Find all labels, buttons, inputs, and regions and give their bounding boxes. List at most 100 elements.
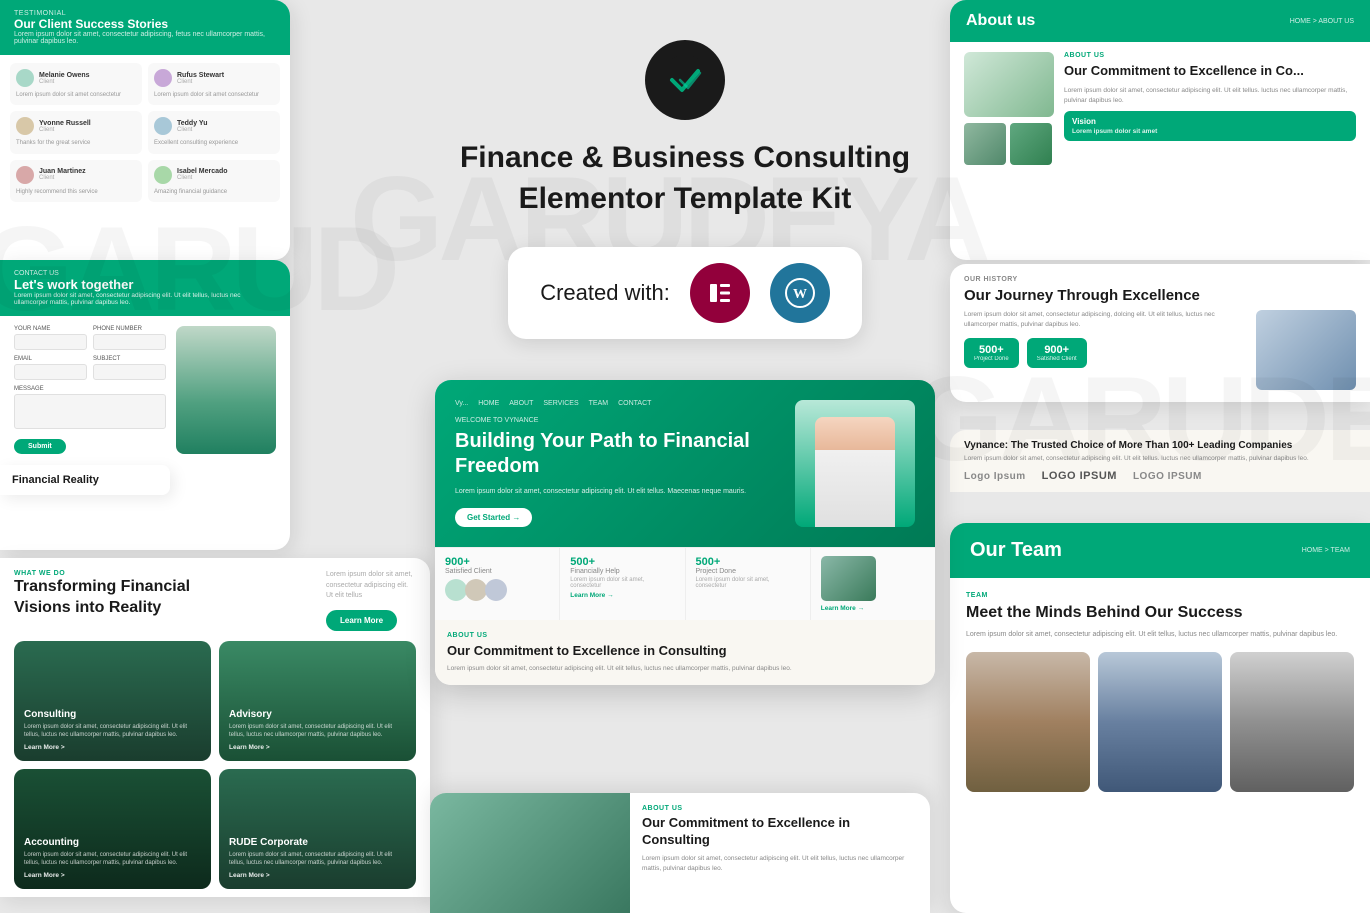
preview-about-title: Our Commitment to Excellence in Consulti… bbox=[447, 643, 923, 660]
avatar-2 bbox=[154, 69, 172, 87]
about-images bbox=[964, 52, 1054, 165]
logo-2: LOGO IPSUM bbox=[1042, 470, 1117, 482]
submit-button[interactable]: Submit bbox=[14, 439, 66, 454]
about-image-small-1 bbox=[964, 123, 1006, 165]
hero-title: Finance & Business Consulting Elementor … bbox=[405, 138, 965, 219]
team-header-title: Our Team bbox=[970, 539, 1062, 562]
avatar-6 bbox=[154, 166, 172, 184]
review-text-3: Thanks for the great service bbox=[16, 139, 136, 147]
services-learn-more-button[interactable]: Learn More bbox=[326, 610, 397, 631]
logos-desc: Lorem ipsum dolor sit amet, consectetur … bbox=[964, 455, 1356, 462]
service-card-accounting: Accounting Lorem ipsum dolor sit amet, c… bbox=[14, 769, 211, 889]
contact-panel: CONTACT US Let's work together Lorem ips… bbox=[0, 260, 290, 550]
stat-label-1: Satisfied Client bbox=[445, 568, 549, 575]
avatar-5 bbox=[16, 166, 34, 184]
history-stats: 500+ Project Done 900+ Satisfied Client bbox=[964, 338, 1246, 368]
history-stat-1: 500+ Project Done bbox=[964, 338, 1019, 368]
stat-link-2: Learn More → bbox=[570, 592, 674, 599]
message-label: MESSAGE bbox=[14, 386, 166, 392]
reviewer-role-1: Client bbox=[39, 79, 90, 85]
stat-num-3: 500+ bbox=[696, 556, 800, 568]
services-left: WHAT WE DO Transforming Financial Vision… bbox=[14, 570, 214, 619]
preview-hero-title: Building Your Path to Financial Freedom bbox=[455, 429, 783, 479]
stat-num-1: 900+ bbox=[445, 556, 549, 568]
testimonials-title: Our Client Success Stories bbox=[14, 17, 276, 31]
history-stat-2: 900+ Satisfied Client bbox=[1027, 338, 1087, 368]
history-stat-label-2: Satisfied Client bbox=[1037, 356, 1077, 362]
testimonials-subtitle: Lorem ipsum dolor sit amet, consectetur … bbox=[14, 31, 276, 45]
name-label: YOUR NAME bbox=[14, 326, 87, 332]
services-header: WHAT WE DO Transforming Financial Vision… bbox=[14, 570, 416, 631]
preview-hero-image bbox=[795, 400, 915, 527]
accounting-link[interactable]: Learn More > bbox=[24, 872, 201, 879]
advisory-link[interactable]: Learn More > bbox=[229, 744, 406, 751]
consulting-link[interactable]: Learn More > bbox=[24, 744, 201, 751]
services-title: Transforming Financial Visions into Real… bbox=[14, 577, 214, 619]
service-cards-grid: Consulting Lorem ipsum dolor sit amet, c… bbox=[14, 641, 416, 889]
accounting-bg: Accounting Lorem ipsum dolor sit amet, c… bbox=[14, 769, 211, 889]
team-header-nav: HOME > TEAM bbox=[1302, 547, 1350, 554]
about-preview-label: ABOUT US bbox=[642, 805, 918, 812]
contact-label: CONTACT US bbox=[14, 270, 276, 277]
testimonials-panel: TESTIMONIAL Our Client Success Stories L… bbox=[0, 0, 290, 260]
contact-header: CONTACT US Let's work together Lorem ips… bbox=[0, 260, 290, 316]
name-field: YOUR NAME bbox=[14, 326, 87, 350]
about-desc: Lorem ipsum dolor sit amet, consectetur … bbox=[1064, 86, 1356, 106]
nav-team: TEAM bbox=[589, 400, 608, 407]
center-hero: Finance & Business Consulting Elementor … bbox=[405, 0, 965, 357]
svg-text:W: W bbox=[793, 287, 807, 302]
team-panel: Our Team HOME > TEAM TEAM Meet the Minds… bbox=[950, 523, 1370, 913]
corporate-link[interactable]: Learn More > bbox=[229, 872, 406, 879]
contact-person-image bbox=[176, 326, 276, 454]
stat-label-3: Project Done bbox=[696, 568, 800, 575]
corporate-desc: Lorem ipsum dolor sit amet, consectetur … bbox=[229, 851, 406, 868]
preview-hero-content: Vy... HOME ABOUT SERVICES TEAM CONTACT W… bbox=[455, 400, 783, 527]
reviewer-role-6: Client bbox=[177, 175, 228, 181]
stat-extra: Learn More → bbox=[811, 548, 935, 620]
about-title: Our Commitment to Excellence in Co... bbox=[1064, 63, 1356, 80]
email-field: EMAIL bbox=[14, 356, 87, 380]
testimonials-cards-grid: Melanie Owens Client Lorem ipsum dolor s… bbox=[0, 55, 290, 210]
logos-title: Vynance: The Trusted Choice of More Than… bbox=[964, 440, 1356, 451]
reviewer-name-3: Yvonne Russell bbox=[39, 120, 91, 127]
about-content: ABOUT US Our Commitment to Excellence in… bbox=[950, 42, 1370, 175]
about-image-large bbox=[964, 52, 1054, 117]
about-header-nav: HOME > ABOUT US bbox=[1290, 18, 1354, 25]
advisory-bg: Advisory Lorem ipsum dolor sit amet, con… bbox=[219, 641, 416, 761]
consulting-bg: Consulting Lorem ipsum dolor sit amet, c… bbox=[14, 641, 211, 761]
stat-projects: 500+ Project Done Lorem ipsum dolor sit … bbox=[686, 548, 811, 620]
services-desc: Lorem ipsum dolor sit amet, consectetur … bbox=[326, 570, 416, 602]
preview-cta-button[interactable]: Get Started → bbox=[455, 508, 532, 527]
about-preview-bottom: ABOUT US Our Commitment to Excellence in… bbox=[430, 793, 930, 913]
contact-title: Let's work together bbox=[14, 277, 276, 292]
advisory-desc: Lorem ipsum dolor sit amet, consectetur … bbox=[229, 723, 406, 740]
history-stat-num-1: 500+ bbox=[974, 344, 1009, 356]
name-input[interactable] bbox=[14, 334, 87, 350]
services-right: Lorem ipsum dolor sit amet, consectetur … bbox=[326, 570, 416, 631]
stat-financially: 500+ Financially Help Lorem ipsum dolor … bbox=[560, 548, 685, 620]
testimonial-card-6: Isabel Mercado Client Amazing financial … bbox=[148, 160, 280, 202]
logo-1: Logo Ipsum bbox=[964, 471, 1026, 482]
subject-input[interactable] bbox=[93, 364, 166, 380]
vision-title: Vision bbox=[1072, 117, 1348, 126]
created-with-label: Created with: bbox=[540, 280, 670, 306]
contact-subtitle: Lorem ipsum dolor sit amet, consectetur … bbox=[14, 292, 276, 306]
service-card-consulting: Consulting Lorem ipsum dolor sit amet, c… bbox=[14, 641, 211, 761]
testimonial-card-5: Juan Martinez Client Highly recommend th… bbox=[10, 160, 142, 202]
preview-hero-section: Vy... HOME ABOUT SERVICES TEAM CONTACT W… bbox=[435, 380, 935, 547]
review-text-1: Lorem ipsum dolor sit amet consectetur bbox=[16, 91, 136, 99]
service-card-advisory: Advisory Lorem ipsum dolor sit amet, con… bbox=[219, 641, 416, 761]
testimonial-card-1: Melanie Owens Client Lorem ipsum dolor s… bbox=[10, 63, 142, 105]
message-textarea[interactable] bbox=[14, 394, 166, 429]
about-panel: About us HOME > ABOUT US ABOUT US Our Co… bbox=[950, 0, 1370, 260]
email-input[interactable] bbox=[14, 364, 87, 380]
consulting-desc: Lorem ipsum dolor sit amet, consectetur … bbox=[24, 723, 201, 740]
preview-hero-subtitle: Lorem ipsum dolor sit amet, consectetur … bbox=[455, 487, 783, 497]
about-label: ABOUT US bbox=[1064, 52, 1356, 59]
wordpress-icon: W bbox=[770, 263, 830, 323]
stat-satisfied: 900+ Satisfied Client bbox=[435, 548, 560, 620]
contact-content: YOUR NAME PHONE NUMBER EMAIL SUBJECT bbox=[0, 316, 290, 464]
phone-input[interactable] bbox=[93, 334, 166, 350]
review-text-4: Excellent consulting experience bbox=[154, 139, 274, 147]
testimonials-header: TESTIMONIAL Our Client Success Stories L… bbox=[0, 0, 290, 55]
